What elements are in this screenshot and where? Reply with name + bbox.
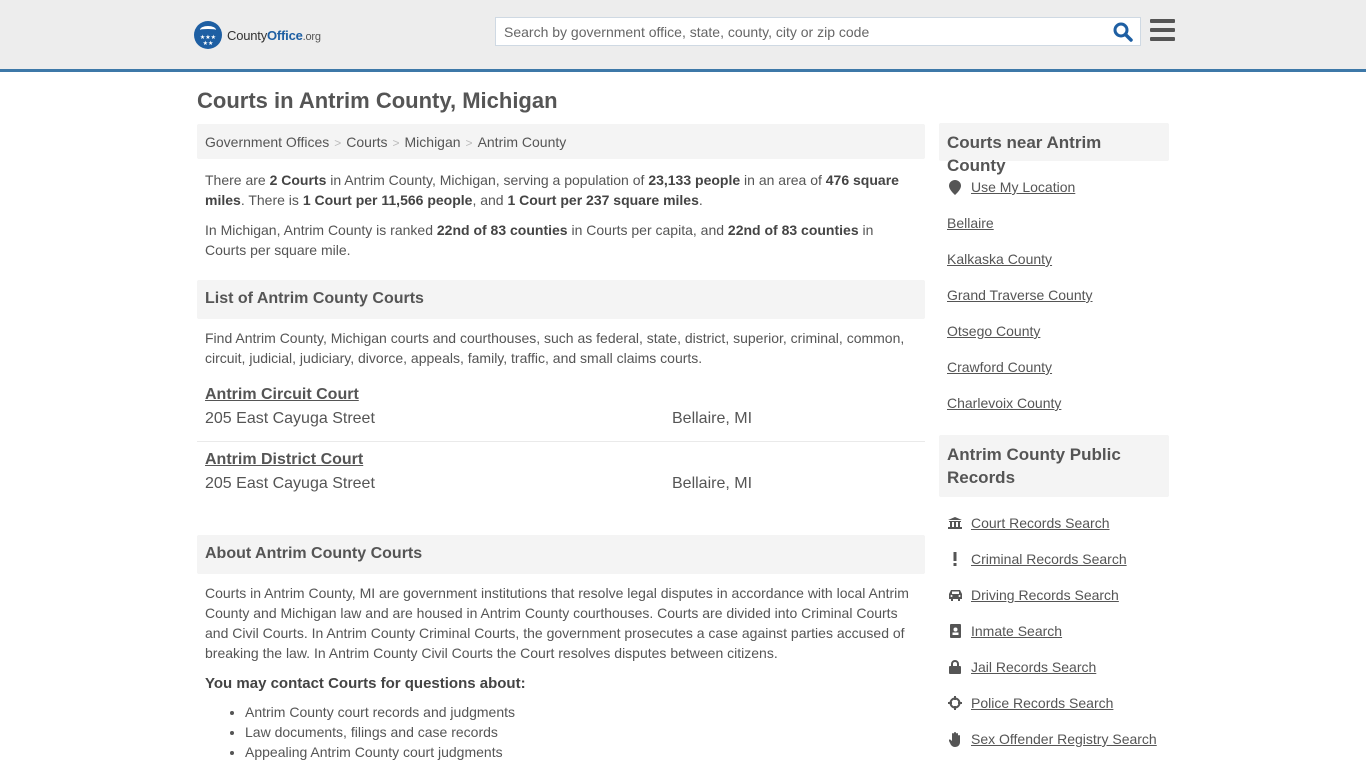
breadcrumb-separator: > <box>392 136 400 150</box>
breadcrumb-courts[interactable]: Courts <box>346 134 387 150</box>
breadcrumb-government-offices[interactable]: Government Offices <box>205 134 329 150</box>
exclamation-icon <box>947 552 963 566</box>
id-badge-icon <box>947 624 963 638</box>
nearby-link-grand-traverse-county[interactable]: Grand Traverse County <box>947 287 1093 303</box>
about-body: Courts in Antrim County, MI are governme… <box>205 585 909 661</box>
court-list: Antrim Circuit Court 205 East Cayuga Str… <box>197 377 925 505</box>
nearby-court-item: Kalkaska County <box>939 241 1169 277</box>
text-fragment: . There is <box>240 192 303 208</box>
records-item: Court Records Search <box>939 505 1169 541</box>
main-content: Government Offices > Courts > Michigan > Antri… <box>197 124 925 762</box>
breadcrumb-antrim-county[interactable]: Antrim County <box>478 134 567 150</box>
car-icon <box>947 589 963 601</box>
nearby-link-crawford-county[interactable]: Crawford County <box>947 359 1052 375</box>
inmate-search-link[interactable]: Inmate Search <box>971 623 1062 639</box>
stat-value: 23,133 people <box>648 172 741 188</box>
search-box <box>495 17 1141 46</box>
text-fragment: in Courts per capita, and <box>567 222 728 238</box>
search-input[interactable] <box>496 18 1096 45</box>
sidebar: Courts near Antrim County Use My Locatio… <box>939 123 1169 757</box>
nearby-link-bellaire[interactable]: Bellaire <box>947 215 994 231</box>
contact-topic: Appealing Antrim County court judgments <box>245 742 925 762</box>
nearby-court-item: Crawford County <box>939 349 1169 385</box>
site-header: ★★★ ★★ CountyOffice.org <box>0 0 1366 72</box>
map-marker-icon <box>947 179 963 195</box>
summary-paragraph: There are 2 Courts in Antrim County, Mic… <box>197 170 925 210</box>
court-address: 205 East Cayuga Street <box>205 410 375 427</box>
text-fragment: In Michigan, Antrim County is ranked <box>205 222 437 238</box>
text-fragment: in Antrim County, Michigan, serving a po… <box>326 172 649 188</box>
court-city: Bellaire, MI <box>672 475 753 492</box>
eagle-logo-icon: ★★★ ★★ <box>194 21 222 49</box>
contact-topic: Law documents, filings and case records <box>245 722 925 742</box>
hamburger-menu-icon[interactable] <box>1150 19 1175 43</box>
use-my-location-link[interactable]: Use My Location <box>971 179 1075 195</box>
breadcrumb-michigan[interactable]: Michigan <box>405 134 461 150</box>
stat-value: 2 Courts <box>269 172 327 188</box>
stat-value: 22nd of 83 counties <box>727 222 859 238</box>
stat-value: 22nd of 83 counties <box>436 222 568 238</box>
stat-value: 1 Court per 11,566 people <box>302 192 473 208</box>
text-fragment: . <box>698 192 703 208</box>
public-records-list: Court Records Search Criminal Records Se… <box>939 505 1169 757</box>
court-name-link[interactable]: Antrim District Court <box>205 450 363 470</box>
hand-icon <box>947 731 963 747</box>
contact-topics-list: Antrim County court records and judgment… <box>197 702 925 762</box>
breadcrumb-separator: > <box>465 136 473 150</box>
nearby-court-item: Grand Traverse County <box>939 277 1169 313</box>
courthouse-icon <box>947 517 963 529</box>
breadcrumb: Government Offices > Courts > Michigan > Antri… <box>197 124 925 159</box>
ranking-paragraph: In Michigan, Antrim County is ranked 22n… <box>197 220 925 260</box>
lock-icon <box>947 660 963 674</box>
nearby-court-item: Bellaire <box>939 205 1169 241</box>
nearby-courts-heading: Courts near Antrim County <box>939 123 1169 175</box>
list-section-heading: List of Antrim County Courts <box>197 280 925 319</box>
search-icon[interactable] <box>1112 21 1134 43</box>
text-fragment: , and <box>472 192 508 208</box>
nearby-court-item: Charlevoix County <box>939 385 1169 421</box>
text-fragment: in an area of <box>740 172 826 188</box>
records-item: Police Records Search <box>939 685 1169 721</box>
records-item: Driving Records Search <box>939 577 1169 613</box>
court-item: Antrim Circuit Court 205 East Cayuga Str… <box>197 377 925 441</box>
records-item: Jail Records Search <box>939 649 1169 685</box>
contact-heading: You may contact Courts for questions abo… <box>205 675 526 692</box>
police-records-search-link[interactable]: Police Records Search <box>971 695 1113 711</box>
list-intro: Find Antrim County, Michigan courts and … <box>205 330 905 366</box>
nearby-link-kalkaska-county[interactable]: Kalkaska County <box>947 251 1052 267</box>
driving-records-search-link[interactable]: Driving Records Search <box>971 587 1119 603</box>
public-records-heading: Antrim County Public Records <box>939 435 1169 497</box>
nearby-link-otsego-county[interactable]: Otsego County <box>947 323 1040 339</box>
breadcrumb-separator: > <box>334 136 342 150</box>
jail-records-search-link[interactable]: Jail Records Search <box>971 659 1096 675</box>
sex-offender-registry-search-link[interactable]: Sex Offender Registry Search <box>971 731 1157 747</box>
nearby-courts-list: Use My Location Bellaire Kalkaska County… <box>939 169 1169 421</box>
text-fragment: There are <box>205 172 270 188</box>
criminal-records-search-link[interactable]: Criminal Records Search <box>971 551 1127 567</box>
court-name-link[interactable]: Antrim Circuit Court <box>205 385 359 405</box>
records-item: Inmate Search <box>939 613 1169 649</box>
contact-topic: Antrim County court records and judgment… <box>245 702 925 722</box>
nearby-link-charlevoix-county[interactable]: Charlevoix County <box>947 395 1061 411</box>
logo-text: CountyOffice.org <box>227 27 321 43</box>
court-city: Bellaire, MI <box>672 410 753 427</box>
site-logo[interactable]: ★★★ ★★ CountyOffice.org <box>194 21 321 49</box>
records-item: Criminal Records Search <box>939 541 1169 577</box>
nearby-court-item: Otsego County <box>939 313 1169 349</box>
stat-value: 1 Court per 237 square miles <box>507 192 699 208</box>
page-title: Courts in Antrim County, Michigan <box>197 88 558 113</box>
court-records-search-link[interactable]: Court Records Search <box>971 515 1110 531</box>
about-section-heading: About Antrim County Courts <box>197 535 925 574</box>
court-item: Antrim District Court 205 East Cayuga St… <box>197 441 925 505</box>
records-item: Sex Offender Registry Search <box>939 721 1169 757</box>
court-address: 205 East Cayuga Street <box>205 475 375 492</box>
crosshairs-icon <box>947 696 963 710</box>
